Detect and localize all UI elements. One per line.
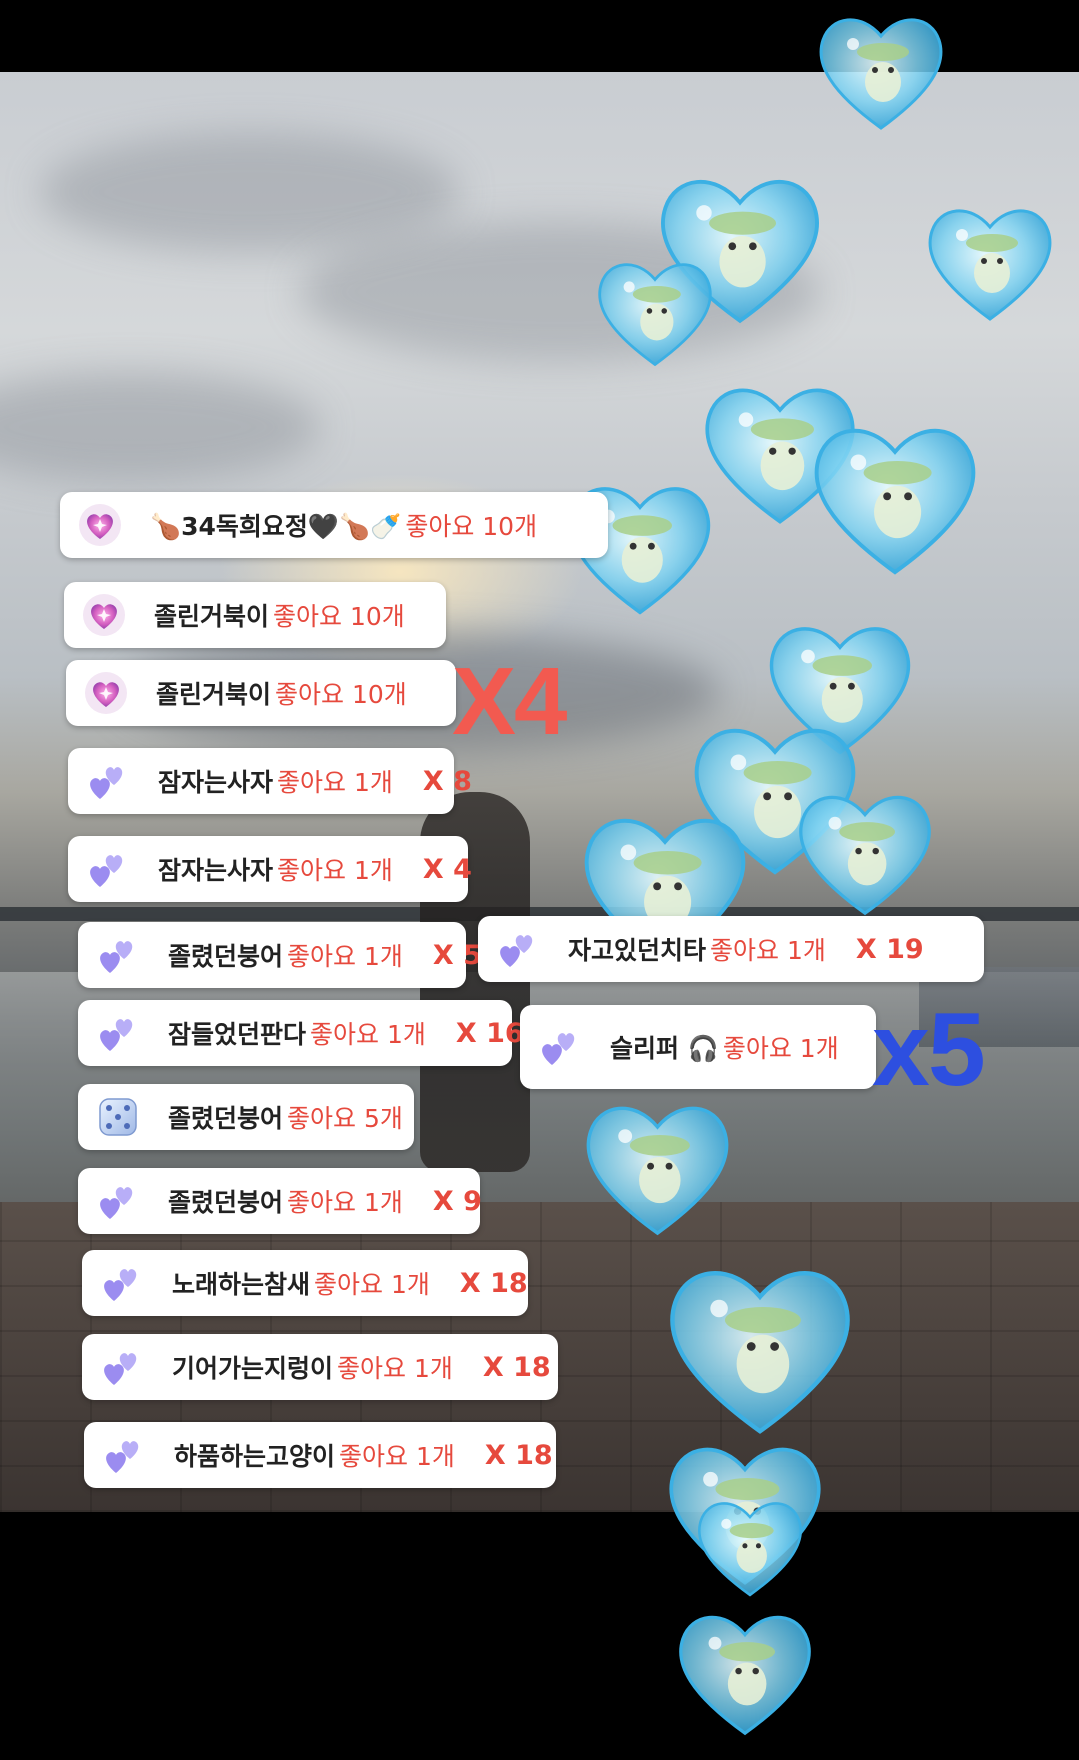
gift-sender: 잠자는사자 (158, 856, 274, 885)
heart-gem-icon (78, 503, 122, 547)
like-count: 좋아요 1개 (310, 1020, 426, 1049)
gift-sender: 졸렸던붕어 (168, 1188, 284, 1217)
gift-sender: 졸린거북이 (154, 602, 270, 631)
frog-heart-sticker (670, 1600, 820, 1740)
frog-heart-sticker (590, 250, 720, 370)
double-heart-icon (96, 933, 140, 977)
red-multiplier-annotation: X4 (452, 648, 567, 755)
gift-row: 잠자는사자 좋아요 1개 X 8 (68, 748, 472, 814)
like-count: 좋아요 10개 (273, 602, 405, 631)
multiplier: X 18 (482, 1351, 551, 1383)
gift-sender: 졸린거북이 (156, 680, 272, 709)
gift-sender: 자고있던치타 (568, 936, 707, 965)
double-heart-icon (96, 1011, 140, 1055)
gift-row: 하품하는고양이 좋아요 1개 X 18 (84, 1422, 556, 1488)
gift-row: 기어가는지렁이 좋아요 1개 X 18 (82, 1334, 558, 1400)
like-count: 좋아요 10개 (275, 680, 407, 709)
heart-gem-icon (82, 593, 126, 637)
gift-row: 노래하는참새 좋아요 1개 X 18 (82, 1250, 528, 1316)
gift-sender: 🍗34독희요정🖤🍗🍼 (150, 512, 402, 541)
double-heart-icon (538, 1025, 582, 1069)
blue-multiplier-annotation: x5 (872, 992, 986, 1108)
frog-heart-sticker (790, 780, 940, 920)
frog-heart-sticker (800, 410, 990, 580)
frog-heart-sticker (690, 1490, 810, 1600)
like-count: 좋아요 1개 (287, 942, 403, 971)
like-count: 좋아요 1개 (722, 1034, 839, 1063)
frog-heart-sticker (655, 1250, 865, 1440)
gift-row: 졸린거북이 좋아요 10개 (66, 660, 456, 726)
double-heart-icon (86, 759, 130, 803)
gift-row: 슬리퍼 🎧 좋아요 1개 (520, 1005, 876, 1089)
like-count: 좋아요 1개 (277, 768, 393, 797)
double-heart-icon (496, 927, 540, 971)
like-count: 좋아요 1개 (710, 936, 826, 965)
gift-sender: 노래하는참새 (172, 1270, 311, 1299)
heart-gem-icon (84, 671, 128, 715)
gift-row: 졸렸던붕어 좋아요 1개 X 9 (78, 1168, 482, 1234)
multiplier: X 4 (422, 853, 472, 885)
gift-row: 잠들었던판다 좋아요 1개 X 16 (78, 1000, 524, 1066)
gift-sender: 슬리퍼 🎧 (610, 1034, 719, 1063)
gift-row: 자고있던치타 좋아요 1개 X 19 (478, 916, 984, 982)
dice-icon (96, 1095, 140, 1139)
gift-row: 잠자는사자 좋아요 1개 X 4 (68, 836, 472, 902)
gift-sender: 기어가는지렁이 (172, 1354, 334, 1383)
multiplier: X 9 (432, 1185, 482, 1217)
gift-sender: 졸렸던붕어 (168, 942, 284, 971)
gift-sender: 하품하는고양이 (174, 1442, 336, 1471)
multiplier: X 18 (484, 1439, 553, 1471)
like-count: 좋아요 10개 (405, 512, 538, 541)
like-count: 좋아요 1개 (287, 1188, 403, 1217)
double-heart-icon (102, 1433, 146, 1477)
gift-sender: 졸렸던붕어 (168, 1104, 284, 1133)
gift-row: 졸렸던붕어 좋아요 5개 (78, 1084, 414, 1150)
gift-row: 졸렸던붕어 좋아요 1개 X 5 (78, 922, 482, 988)
frog-heart-sticker (920, 190, 1060, 330)
gift-row: 졸린거북이 좋아요 10개 (64, 582, 446, 648)
gift-row: 🍗34독희요정🖤🍗🍼 좋아요 10개 (60, 492, 608, 558)
frog-heart-sticker (575, 1090, 740, 1240)
double-heart-icon (100, 1345, 144, 1389)
multiplier: X 16 (455, 1017, 524, 1049)
like-count: 좋아요 1개 (314, 1270, 430, 1299)
like-count: 좋아요 5개 (287, 1104, 403, 1133)
story-screen: 🍗34독희요정🖤🍗🍼 좋아요 10개 졸린거북이 좋아요 10개 졸린거북이 좋… (0, 0, 1079, 1760)
double-heart-icon (100, 1261, 144, 1305)
like-count: 좋아요 1개 (339, 1442, 455, 1471)
multiplier: X 8 (422, 765, 472, 797)
like-count: 좋아요 1개 (277, 856, 393, 885)
double-heart-icon (96, 1179, 140, 1223)
gift-sender: 잠들었던판다 (168, 1020, 307, 1049)
like-count: 좋아요 1개 (337, 1354, 453, 1383)
multiplier: X 5 (432, 939, 482, 971)
multiplier: X 18 (459, 1267, 528, 1299)
frog-heart-sticker (806, 4, 956, 134)
multiplier: X 19 (855, 933, 924, 965)
double-heart-icon (86, 847, 130, 891)
gift-sender: 잠자는사자 (158, 768, 274, 797)
